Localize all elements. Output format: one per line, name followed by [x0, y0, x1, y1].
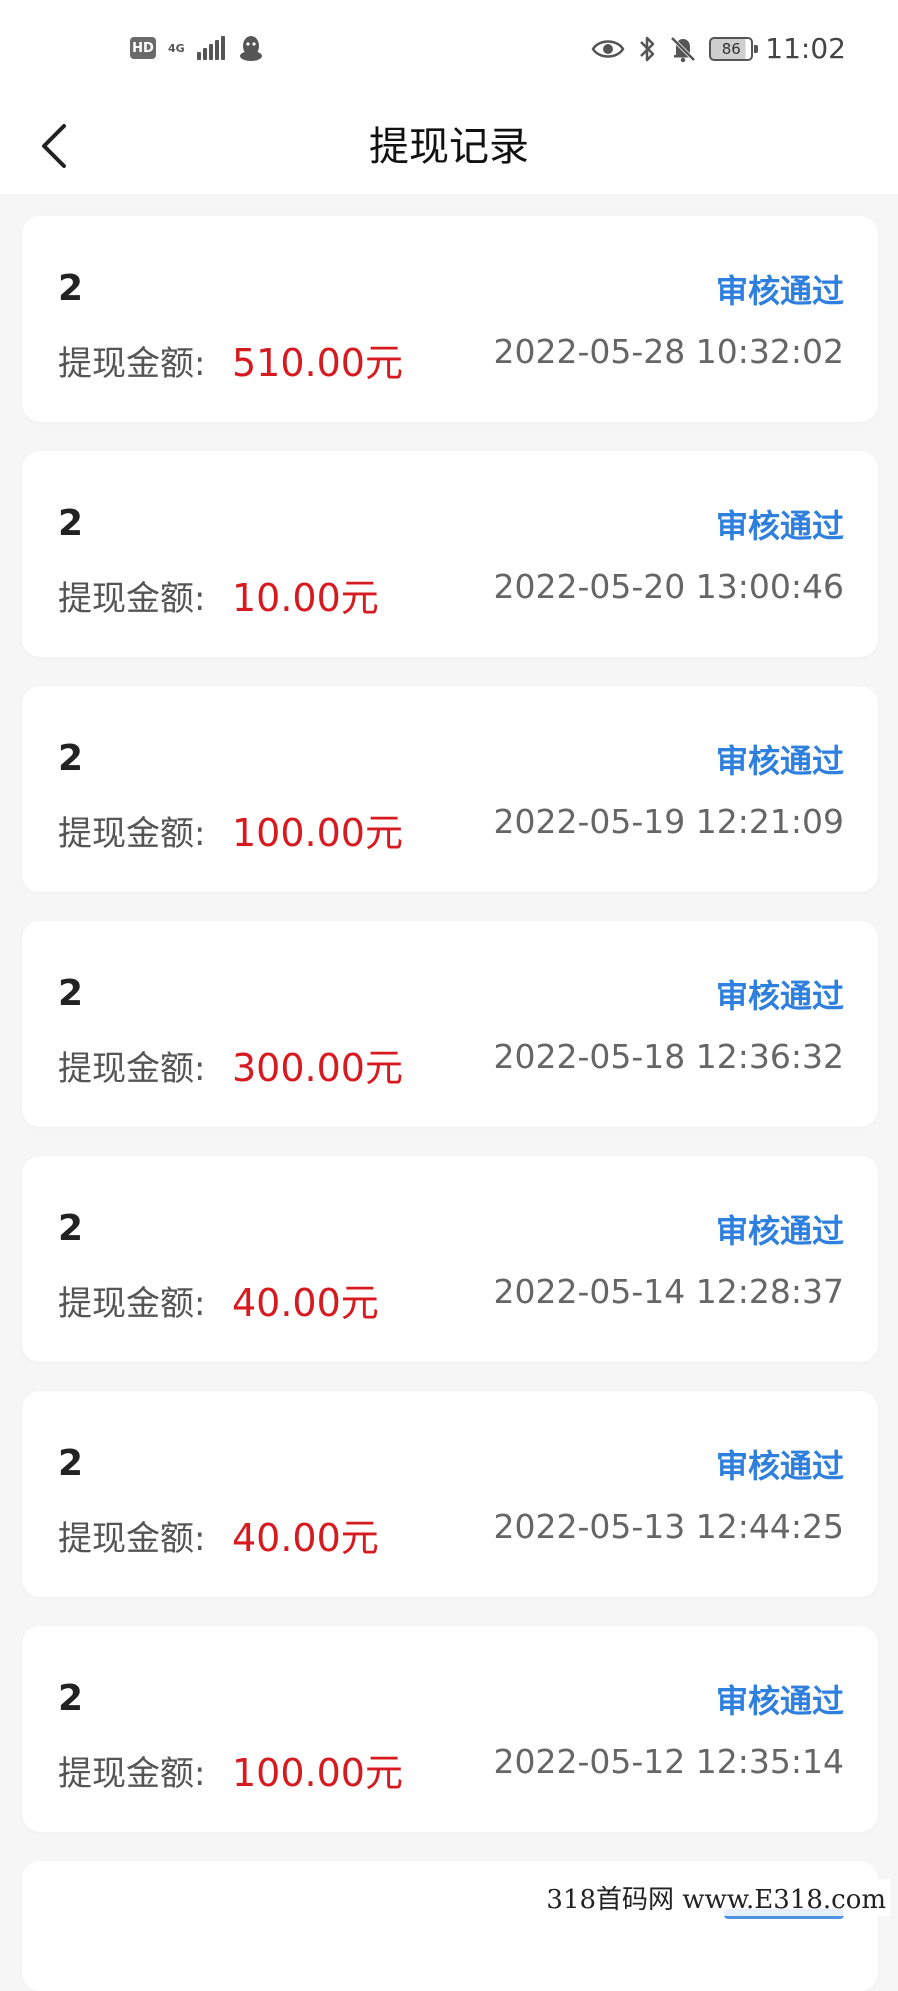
watermark: 318首码网 www.E318.com [542, 1879, 890, 1916]
record-card[interactable]: 2 审核通过 提现金额: 510.00元 2022-05-28 10:32:02 [22, 216, 878, 422]
record-status[interactable]: 审核通过 [716, 971, 844, 1017]
amount-value: 100.00元 [232, 811, 403, 855]
record-card[interactable]: 2 审核通过 提现金额: 10.00元 2022-05-20 13:00:46 [22, 451, 878, 657]
amount-label: 提现金额: [58, 344, 206, 384]
amount-value: 10.00元 [232, 576, 379, 620]
bluetooth-icon [640, 36, 655, 61]
amount-value: 100.00元 [232, 1751, 403, 1795]
page-title: 提现记录 [369, 124, 529, 170]
amount-value: 40.00元 [232, 1516, 379, 1560]
record-status[interactable]: 审核通过 [716, 1206, 844, 1252]
eye-icon [591, 39, 625, 58]
record-card[interactable]: 2 审核通过 提现金额: 300.00元 2022-05-18 12:36:32 [22, 921, 878, 1127]
amount-value: 300.00元 [232, 1046, 403, 1090]
record-status[interactable]: 审核通过 [716, 501, 844, 547]
record-status[interactable]: 审核通过 [716, 1441, 844, 1487]
record-id: 2 [58, 738, 84, 779]
amount-label: 提现金额: [58, 1519, 206, 1559]
record-timestamp: 2022-05-14 12:28:37 [493, 1272, 844, 1311]
record-card[interactable]: 2 审核通过 提现金额: 40.00元 2022-05-13 12:44:25 [22, 1391, 878, 1597]
header-bar: 提现记录 [0, 100, 898, 194]
amount-label: 提现金额: [58, 1284, 206, 1324]
amount-label: 提现金额: [58, 1049, 206, 1089]
amount-label: 提现金额: [58, 579, 206, 619]
record-id: 2 [58, 1678, 84, 1719]
record-timestamp: 2022-05-28 10:32:02 [493, 332, 844, 371]
amount-label: 提现金额: [58, 1754, 206, 1794]
amount-value: 510.00元 [232, 341, 403, 385]
record-timestamp: 2022-05-19 12:21:09 [493, 802, 844, 841]
mute-icon [670, 36, 696, 62]
record-status[interactable]: 审核通过 [716, 736, 844, 782]
record-id: 2 [58, 1208, 84, 1249]
record-timestamp: 2022-05-13 12:44:25 [493, 1507, 844, 1546]
record-timestamp: 2022-05-20 13:00:46 [493, 567, 844, 606]
hd-icon: HD [130, 37, 156, 59]
network-type: 4G [168, 41, 185, 55]
record-status[interactable]: 审核通过 [716, 1676, 844, 1722]
withdrawal-record-list: 2 审核通过 提现金额: 510.00元 2022-05-28 10:32:02… [22, 216, 878, 1991]
record-card[interactable]: 2 审核通过 提现金额: 100.00元 2022-05-19 12:21:09 [22, 686, 878, 892]
record-timestamp: 2022-05-12 12:35:14 [493, 1742, 844, 1781]
record-card[interactable]: 2 审核通过 提现金额: 100.00元 2022-05-12 12:35:14 [22, 1626, 878, 1832]
record-card[interactable]: 2 审核通过 提现金额: 40.00元 2022-05-14 12:28:37 [22, 1156, 878, 1362]
network-type-label: 4G [168, 43, 185, 54]
record-id: 2 [58, 268, 84, 309]
record-id: 2 [58, 973, 84, 1014]
record-status[interactable]: 审核通过 [716, 266, 844, 312]
record-timestamp: 2022-05-18 12:36:32 [493, 1037, 844, 1076]
clock: 11:02 [765, 32, 846, 65]
status-bar: HD 4G 86 11:02 [0, 0, 898, 100]
battery-icon: 86 [709, 36, 759, 61]
signal-icon [196, 36, 225, 60]
qq-icon [239, 36, 262, 61]
status-right-group: 86 11:02 [591, 32, 846, 65]
amount-value: 40.00元 [232, 1281, 379, 1325]
record-id: 2 [58, 503, 84, 544]
record-id: 2 [58, 1443, 84, 1484]
amount-label: 提现金额: [58, 814, 206, 854]
status-left-group: HD 4G [130, 34, 265, 62]
